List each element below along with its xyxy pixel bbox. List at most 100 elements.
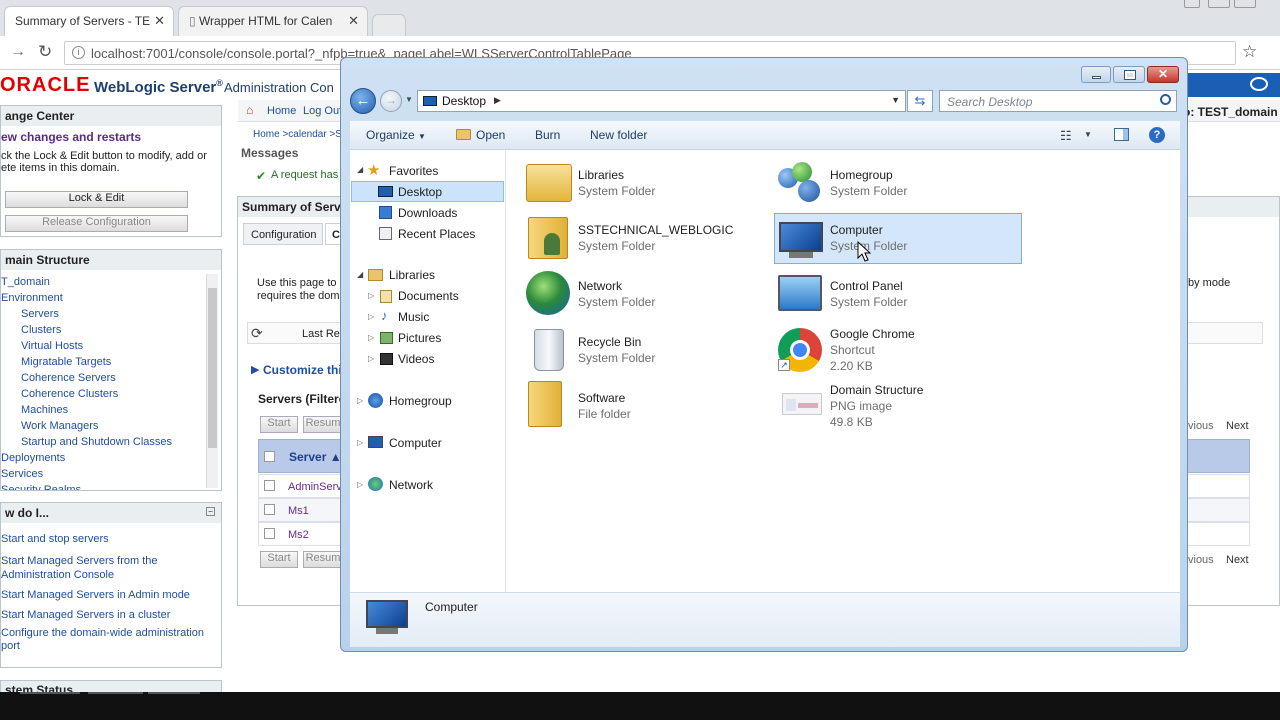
- nav-favorites[interactable]: Favorites: [389, 164, 438, 178]
- burn-button[interactable]: Burn: [535, 128, 560, 142]
- howdoi-link[interactable]: Start Managed Servers in Admin mode: [1, 581, 221, 603]
- howdoi-link[interactable]: Start Managed Servers in a cluster: [1, 603, 221, 623]
- view-options-icon[interactable]: ☷: [1060, 128, 1072, 144]
- bookmark-star-icon[interactable]: ☆: [1242, 42, 1257, 62]
- breadcrumb-bar[interactable]: Desktop ▶ ▼: [417, 90, 906, 112]
- chevron-down-icon[interactable]: ▼: [891, 95, 900, 105]
- close-icon[interactable]: ✕: [154, 13, 165, 29]
- file-item-libraries[interactable]: Libraries System Folder: [522, 158, 762, 208]
- expand-icon[interactable]: ▶: [251, 363, 259, 376]
- expand-arrow-icon[interactable]: ◢: [357, 165, 363, 174]
- search-icon[interactable]: [1160, 94, 1171, 105]
- tree-item[interactable]: Servers: [1, 306, 221, 322]
- maximize-icon[interactable]: [1234, 0, 1256, 8]
- expand-arrow-icon[interactable]: ◢: [357, 270, 363, 279]
- tree-item[interactable]: Coherence Servers: [1, 370, 221, 386]
- file-item-sstechnical[interactable]: SSTECHNICAL_WEBLOGIC System Folder: [522, 213, 762, 263]
- file-item-network[interactable]: Network System Folder: [522, 269, 762, 319]
- nav-computer[interactable]: Computer: [389, 436, 442, 450]
- user-icon[interactable]: [1184, 0, 1200, 8]
- browser-tab-summary[interactable]: Summary of Servers - TE ✕: [4, 6, 174, 36]
- select-all-checkbox[interactable]: [264, 451, 275, 462]
- tree-item[interactable]: Migratable Targets: [1, 354, 221, 370]
- server-link[interactable]: AdminServ: [288, 481, 342, 493]
- expand-arrow-icon[interactable]: ▷: [357, 438, 363, 447]
- previous-link[interactable]: vious: [1188, 420, 1214, 432]
- search-input[interactable]: Search Desktop: [939, 90, 1177, 112]
- file-item-google-chrome[interactable]: ↗ Google Chrome Shortcut 2.20 KB: [774, 325, 1022, 375]
- previous-link[interactable]: vious: [1188, 554, 1214, 566]
- tree-item[interactable]: Security Realms: [1, 482, 221, 490]
- howdoi-link[interactable]: Configure the domain-wide administration: [1, 623, 221, 640]
- nav-desktop[interactable]: Desktop: [398, 185, 442, 199]
- close-icon[interactable]: ✕: [348, 13, 359, 29]
- start-button[interactable]: Start: [260, 416, 298, 433]
- tree-item[interactable]: Coherence Clusters: [1, 386, 221, 402]
- tree-item[interactable]: Startup and Shutdown Classes: [1, 434, 221, 450]
- open-button[interactable]: Open: [476, 128, 505, 142]
- release-configuration-button[interactable]: Release Configuration: [5, 215, 188, 232]
- row-checkbox[interactable]: [264, 504, 275, 515]
- info-icon[interactable]: i: [72, 46, 85, 59]
- nav-documents[interactable]: Documents: [398, 289, 459, 303]
- minimize-icon[interactable]: [1208, 0, 1230, 8]
- home-icon[interactable]: ⌂: [246, 103, 253, 117]
- breadcrumb-arrow-icon[interactable]: ▶: [494, 95, 501, 106]
- view-changes-link[interactable]: ew changes and restarts: [1, 126, 221, 144]
- maximize-button[interactable]: [1113, 66, 1145, 83]
- nav-recent-places[interactable]: Recent Places: [398, 227, 475, 241]
- expand-arrow-icon[interactable]: ▷: [368, 354, 374, 363]
- tree-scrollbar[interactable]: [206, 274, 218, 488]
- refresh-icon[interactable]: ⟳: [251, 325, 263, 342]
- browser-tab-wrapper[interactable]: ▯ Wrapper HTML for Calen ✕: [178, 6, 368, 36]
- refresh-icon[interactable]: ⇆: [907, 90, 933, 112]
- file-item-control-panel[interactable]: Control Panel System Folder: [774, 269, 1022, 319]
- tree-item[interactable]: Clusters: [1, 322, 221, 338]
- nav-downloads[interactable]: Downloads: [398, 206, 457, 220]
- tree-item[interactable]: T_domain: [1, 274, 221, 290]
- tree-item[interactable]: Environment: [1, 290, 221, 306]
- customize-link[interactable]: Customize this: [263, 363, 348, 377]
- nav-music[interactable]: Music: [398, 310, 429, 324]
- file-item-homegroup[interactable]: Homegroup System Folder: [774, 158, 1022, 208]
- tree-item[interactable]: Machines: [1, 402, 221, 418]
- file-item-computer-selected[interactable]: Computer System Folder: [774, 213, 1022, 264]
- close-button[interactable]: ✕: [1147, 66, 1179, 83]
- expand-arrow-icon[interactable]: ▷: [357, 480, 363, 489]
- expand-arrow-icon[interactable]: ▷: [368, 333, 374, 342]
- howdoi-link[interactable]: Administration Console: [1, 569, 221, 581]
- server-link[interactable]: Ms1: [288, 505, 309, 517]
- tree-item[interactable]: Virtual Hosts: [1, 338, 221, 354]
- collapse-icon[interactable]: −: [206, 507, 215, 516]
- tree-item[interactable]: Deployments: [1, 450, 221, 466]
- nav-videos[interactable]: Videos: [398, 352, 434, 366]
- logout-link[interactable]: Log Out: [303, 105, 342, 117]
- howdoi-link[interactable]: Start and stop servers: [1, 531, 221, 547]
- new-tab-button[interactable]: [372, 14, 406, 36]
- chevron-down-icon[interactable]: ▼: [1084, 130, 1092, 139]
- nav-libraries[interactable]: Libraries: [389, 268, 435, 282]
- next-link[interactable]: Next: [1226, 554, 1249, 566]
- help-icon[interactable]: ?: [1149, 127, 1165, 143]
- minimize-button[interactable]: [1081, 66, 1111, 83]
- resume-button[interactable]: Resum: [303, 551, 343, 568]
- row-checkbox[interactable]: [264, 480, 275, 491]
- resume-button[interactable]: Resum: [303, 416, 343, 433]
- lock-edit-button[interactable]: Lock & Edit: [5, 191, 188, 208]
- breadcrumb[interactable]: Home >calendar >S: [253, 129, 342, 140]
- file-item-recycle-bin[interactable]: Recycle Bin System Folder: [522, 325, 762, 375]
- server-column-header[interactable]: Server ▲: [289, 450, 342, 464]
- nav-network[interactable]: Network: [389, 478, 433, 492]
- breadcrumb-location[interactable]: Desktop: [442, 94, 486, 108]
- back-button[interactable]: ←: [350, 88, 376, 114]
- home-link[interactable]: Home: [267, 105, 296, 117]
- reload-icon[interactable]: ↻: [38, 42, 52, 62]
- howdoi-link[interactable]: port: [1, 640, 221, 653]
- nav-pictures[interactable]: Pictures: [398, 331, 441, 345]
- organize-button[interactable]: Organize ▼: [366, 128, 426, 142]
- new-folder-button[interactable]: New folder: [590, 128, 647, 142]
- next-link[interactable]: Next: [1226, 420, 1249, 432]
- server-link[interactable]: Ms2: [288, 529, 309, 541]
- forward-icon[interactable]: →: [10, 43, 26, 61]
- recent-pages-dropdown[interactable]: ▼: [405, 95, 413, 104]
